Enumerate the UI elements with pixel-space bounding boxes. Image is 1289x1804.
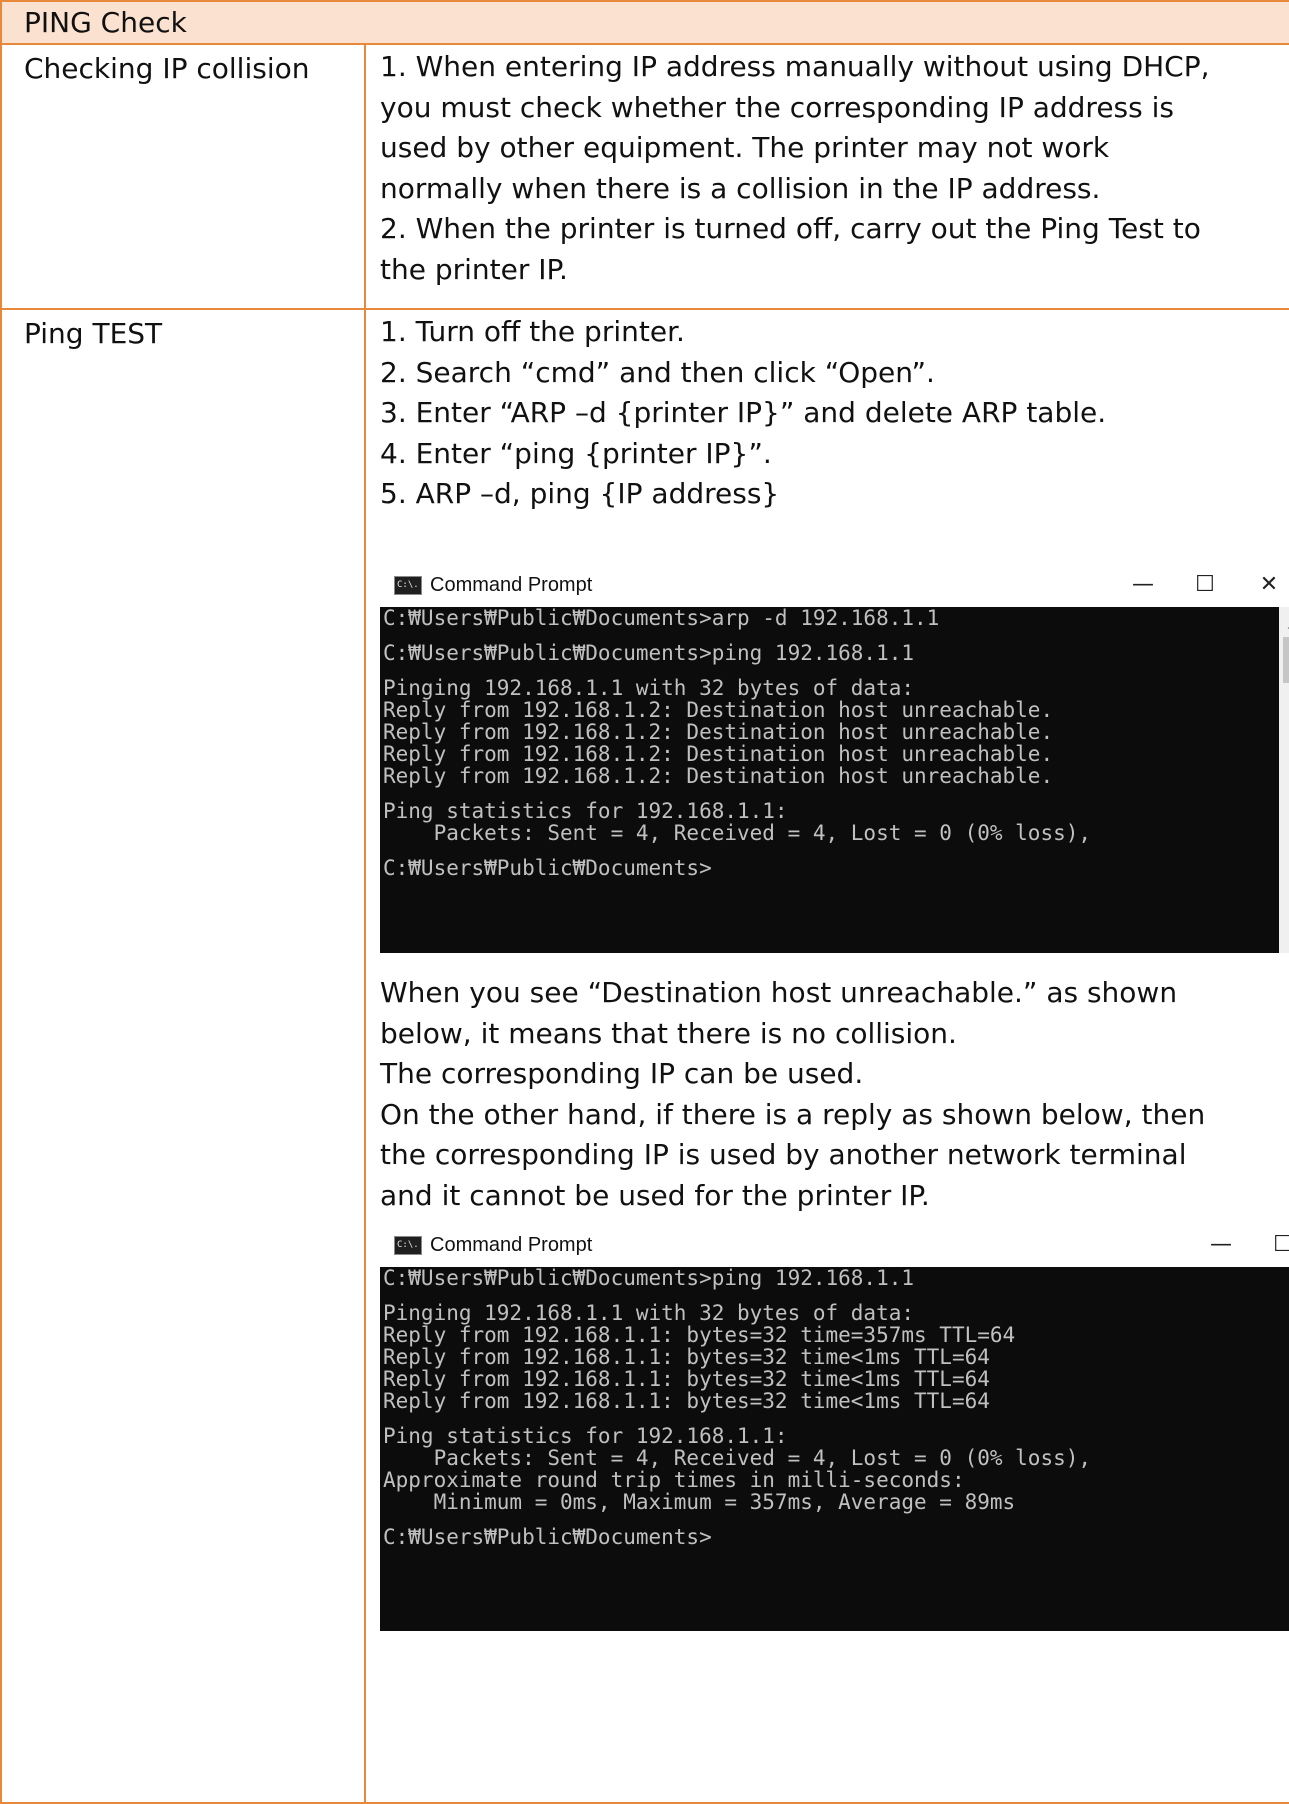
close-icon[interactable]: ✕: [1249, 563, 1289, 607]
window-title: Command Prompt: [430, 1233, 593, 1256]
text-line: normally when there is a collision in th…: [380, 171, 1101, 205]
step-line: 4. Enter “ping {printer IP}”.: [380, 436, 772, 470]
console-line: C:₩Users₩Public₩Documents>arp -d 192.168…: [383, 605, 940, 630]
text-line: 1. When entering IP address manually wit…: [380, 50, 1210, 83]
ping-check-table: PING Check Checking IP collision 1. When…: [0, 0, 1289, 1804]
console-line: Pinging 192.168.1.1 with 32 bytes of dat…: [383, 1300, 915, 1325]
console-line: C:₩Users₩Public₩Documents>: [383, 855, 712, 880]
text-line: 2. When the printer is turned off, carry…: [380, 212, 1201, 246]
command-prompt-window-2: C:\. Command Prompt — ☐ C:₩Users₩Public₩…: [380, 1222, 1289, 1631]
console-icon: C:\.: [394, 1235, 422, 1255]
maximize-icon[interactable]: ☐: [1185, 563, 1225, 607]
console-line: Reply from 192.168.1.1: bytes=32 time<1m…: [383, 1388, 990, 1413]
console-icon: C:\.: [394, 575, 422, 595]
text-line: used by other equipment. The printer may…: [380, 131, 1110, 165]
step-line: 2. Search “cmd” and then click “Open”.: [380, 355, 935, 389]
scroll-thumb[interactable]: [1283, 636, 1289, 683]
table-title: PING Check: [24, 6, 187, 39]
console-line: Approximate round trip times in milli-se…: [383, 1467, 965, 1492]
text-line: the corresponding IP is used by another …: [380, 1138, 1187, 1172]
window-title-bar: C:\. Command Prompt — ☐: [380, 1222, 1289, 1267]
console-line: Packets: Sent = 4, Received = 4, Lost = …: [383, 1445, 1092, 1470]
step-line: 1. Turn off the printer.: [380, 315, 685, 348]
console-line: Reply from 192.168.1.1: bytes=32 time=35…: [383, 1322, 1016, 1347]
text-line: On the other hand, if there is a reply a…: [380, 1097, 1206, 1131]
step-line: 3. Enter “ARP –d {printer IP}” and delet…: [380, 396, 1107, 430]
minimize-icon[interactable]: —: [1201, 1223, 1241, 1267]
table-row: Ping TEST 1. Turn off the printer. 2. Se…: [0, 308, 1289, 1804]
console-line: Minimum = 0ms, Maximum = 357ms, Average …: [383, 1489, 1016, 1514]
console-line: Reply from 192.168.1.2: Destination host…: [383, 719, 1054, 744]
text-line: the printer IP.: [380, 252, 568, 286]
row-content: 1. When entering IP address manually wit…: [363, 43, 1289, 310]
console-output: C:₩Users₩Public₩Documents>ping 192.168.1…: [383, 1267, 1289, 1631]
console-line: Reply from 192.168.1.1: bytes=32 time<1m…: [383, 1366, 990, 1391]
header-cell: PING Check: [0, 0, 1289, 45]
window-title-bar: C:\. Command Prompt — ☐ ✕: [380, 562, 1289, 607]
text-line: When you see “Destination host unreachab…: [380, 975, 1178, 1009]
row-label: Checking IP collision: [0, 43, 366, 310]
row-content: 1. Turn off the printer. 2. Search “cmd”…: [363, 308, 1289, 1804]
console-output: C:₩Users₩Public₩Documents>arp -d 192.168…: [383, 607, 1289, 953]
maximize-icon[interactable]: ☐: [1263, 1223, 1289, 1267]
text-line: you must check whether the corresponding…: [380, 90, 1174, 124]
header-row: PING Check: [0, 0, 1289, 45]
console-line: Reply from 192.168.1.2: Destination host…: [383, 697, 1054, 722]
text-line: below, it means that there is no collisi…: [380, 1016, 957, 1050]
explanation-block: When you see “Destination host unreachab…: [380, 973, 1289, 1217]
command-prompt-window-1: C:\. Command Prompt — ☐ ✕ C:₩Users₩Publi…: [380, 562, 1289, 953]
console-line: C:₩Users₩Public₩Documents>: [383, 1524, 712, 1549]
text-line: and it cannot be used for the printer IP…: [380, 1178, 930, 1212]
table-row: Checking IP collision 1. When entering I…: [0, 43, 1289, 310]
console-line: Pinging 192.168.1.1 with 32 bytes of dat…: [383, 675, 915, 700]
window-title: Command Prompt: [430, 573, 593, 596]
console-line: Ping statistics for 192.168.1.1:: [383, 1423, 788, 1448]
row-label: Ping TEST: [0, 308, 366, 1804]
console-line: C:₩Users₩Public₩Documents>ping 192.168.1…: [383, 640, 915, 665]
console-line: Packets: Sent = 4, Received = 4, Lost = …: [383, 820, 1092, 845]
scrollbar[interactable]: ^: [1279, 606, 1289, 953]
text-line: The corresponding IP can be used.: [380, 1057, 864, 1091]
minimize-icon[interactable]: —: [1123, 563, 1163, 607]
console-line: Reply from 192.168.1.2: Destination host…: [383, 763, 1054, 788]
step-line: 5. ARP –d, ping {IP address}: [380, 477, 780, 511]
console-line: Ping statistics for 192.168.1.1:: [383, 798, 788, 823]
console-line: Reply from 192.168.1.2: Destination host…: [383, 741, 1054, 766]
console-line: C:₩Users₩Public₩Documents>ping 192.168.1…: [383, 1265, 915, 1290]
console-line: Reply from 192.168.1.1: bytes=32 time<1m…: [383, 1344, 990, 1369]
